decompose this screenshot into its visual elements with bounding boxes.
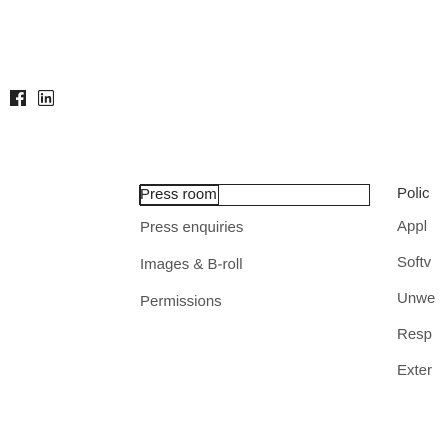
facebook-icon [10, 90, 26, 106]
permissions-link[interactable]: Permissions [140, 293, 370, 311]
linkedin-icon [38, 90, 54, 106]
press-room-section: Press room Press enquiries Images & B-ro… [139, 184, 370, 330]
policy-link[interactable]: Appl [397, 218, 448, 236]
press-enquiries-link[interactable]: Press enquiries [140, 219, 370, 237]
policy-link[interactable]: Exter [397, 362, 448, 380]
images-b-roll-link[interactable]: Images & B-roll [140, 256, 370, 274]
press-room-links: Press enquiries Images & B-roll Permissi… [140, 219, 370, 311]
policies-title: Polic [397, 185, 430, 202]
policy-link[interactable]: Resp [397, 326, 448, 344]
press-room-header: Press room [139, 184, 370, 206]
press-room-title[interactable]: Press room [139, 185, 219, 205]
policy-link[interactable]: Softv [397, 254, 448, 272]
linkedin-link[interactable] [38, 90, 54, 106]
policies-links: Appl Softv Unwe Resp Exter [397, 218, 448, 380]
policy-link[interactable]: Unwe [397, 290, 448, 308]
page: Press room Press enquiries Images & B-ro… [0, 0, 448, 448]
social-links [10, 90, 54, 106]
facebook-link[interactable] [10, 90, 26, 106]
policies-section: Polic Appl Softv Unwe Resp Exter [397, 184, 448, 398]
